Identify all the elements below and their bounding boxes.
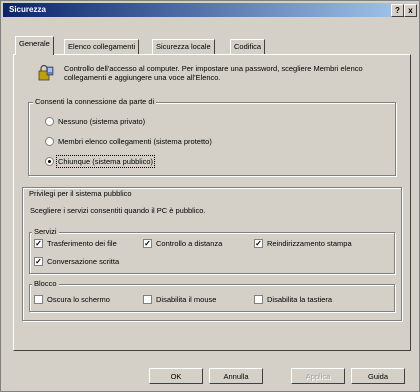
check-disabilita-mouse[interactable]: Disabilita il mouse: [143, 295, 216, 304]
radio-button-selected[interactable]: [45, 157, 54, 166]
checkbox-unchecked[interactable]: [143, 295, 152, 304]
security-dialog: Sicurezza ? x Generale Elenco collegamen…: [0, 0, 420, 392]
ok-button[interactable]: OK: [149, 368, 203, 384]
radio-nessuno[interactable]: Nessuno (sistema privato): [45, 117, 145, 126]
radio-button[interactable]: [45, 137, 54, 146]
connection-group-label: Consenti la connessione da parte di: [33, 97, 157, 106]
cancel-button[interactable]: Annulla: [209, 368, 263, 384]
tab-sicurezza-locale[interactable]: Sicurezza locale: [152, 39, 215, 54]
checkbox-unchecked[interactable]: [34, 295, 43, 304]
services-group: Servizi ✓ Trasferimento dei file ✓ Contr…: [29, 227, 395, 274]
check-reindirizzamento-stampa[interactable]: ✓ Reindirizzamento stampa: [254, 239, 352, 248]
checkbox-checked[interactable]: ✓: [34, 257, 43, 266]
check-conversazione-scritta[interactable]: ✓ Conversazione scritta: [34, 257, 119, 266]
radio-membri[interactable]: Membri elenco collegamenti (sistema prot…: [45, 137, 212, 146]
checkbox-label: Disabilita la tastiera: [267, 295, 333, 304]
checkbox-label: Reindirizzamento stampa: [267, 239, 352, 248]
checkbox-label: Trasferimento dei file: [47, 239, 117, 248]
privileges-group: Privilegi per il sistema pubblico Scegli…: [22, 187, 402, 321]
title-bar: Sicurezza ? x: [3, 3, 417, 17]
intro-text: Controllo dell'accesso al computer. Per …: [64, 64, 363, 82]
tab-generale[interactable]: Generale: [15, 36, 54, 55]
privileges-description: Scegliere i servizi consentiti quando il…: [30, 206, 206, 215]
help-button[interactable]: Guida: [351, 368, 405, 384]
radio-label: Chiunque (sistema pubblico): [55, 155, 156, 168]
tab-elenco-collegamenti[interactable]: Elenco collegamenti: [64, 39, 140, 54]
help-title-button[interactable]: ?: [391, 4, 404, 17]
checkbox-label: Controllo a distanza: [156, 239, 223, 248]
checkbox-checked[interactable]: ✓: [254, 239, 263, 248]
services-group-label: Servizi: [32, 227, 59, 236]
tab-codifica[interactable]: Codifica: [230, 39, 266, 54]
tab-panel-generale: Controllo dell'accesso al computer. Per …: [13, 54, 411, 351]
checkbox-checked[interactable]: ✓: [34, 239, 43, 248]
privileges-group-label: Privilegi per il sistema pubblico: [27, 189, 134, 198]
connection-group: Consenti la connessione da parte di Ness…: [28, 97, 396, 176]
check-trasferimento-file[interactable]: ✓ Trasferimento dei file: [34, 239, 117, 248]
check-oscura-schermo[interactable]: Oscura lo schermo: [34, 295, 110, 304]
checkbox-checked[interactable]: ✓: [143, 239, 152, 248]
radio-chiunque[interactable]: Chiunque (sistema pubblico): [45, 155, 156, 168]
lock-icon: [38, 65, 54, 81]
block-group-label: Blocco: [32, 279, 59, 288]
close-title-button[interactable]: x: [404, 4, 417, 17]
checkbox-unchecked[interactable]: [254, 295, 263, 304]
block-group: Blocco Oscura lo schermo Disabilita il m…: [29, 279, 395, 312]
check-controllo-distanza[interactable]: ✓ Controllo a distanza: [143, 239, 222, 248]
radio-label: Membri elenco collegamenti (sistema prot…: [58, 137, 212, 146]
checkbox-label: Conversazione scritta: [47, 257, 120, 266]
checkbox-label: Oscura lo schermo: [47, 295, 110, 304]
window-title: Sicurezza: [9, 5, 46, 14]
checkbox-label: Disabilita il mouse: [156, 295, 217, 304]
check-disabilita-tastiera[interactable]: Disabilita la tastiera: [254, 295, 332, 304]
radio-label: Nessuno (sistema privato): [58, 117, 146, 126]
radio-button[interactable]: [45, 117, 54, 126]
apply-button[interactable]: Applica: [291, 368, 345, 384]
